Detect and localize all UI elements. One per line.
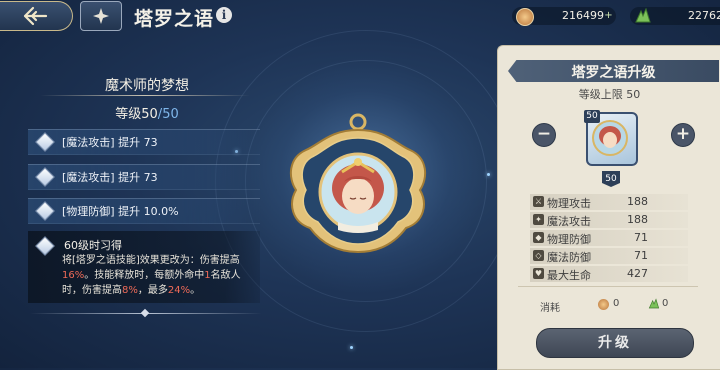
- skill-desc-part: ，最多: [137, 285, 168, 296]
- level-max: 50: [162, 107, 179, 122]
- green-amount: 22762: [688, 9, 720, 22]
- stat-value: 71: [634, 231, 648, 244]
- stat-label: 最大生命: [547, 269, 591, 282]
- level-label: 等级50: [115, 107, 158, 122]
- increase-level-button[interactable]: +: [671, 123, 695, 147]
- stat-label: 魔法攻击: [547, 215, 591, 228]
- panel-stat-row: ◆ 物理防御 71: [530, 230, 688, 246]
- gold-coin-icon: [598, 299, 609, 310]
- stat-bonus-text: [魔法攻击] 提升 73: [62, 171, 158, 184]
- cost-gold-amount: 0: [613, 298, 620, 309]
- stat-bonus-row: [物理防御] 提升 10.0%: [28, 198, 260, 224]
- stat-label: 物理攻击: [547, 197, 591, 210]
- stat-label: 物理防御: [547, 233, 591, 246]
- diamond-gem-icon: [35, 201, 55, 221]
- skill-desc-part: 。技能释放时，每额外命中: [84, 270, 205, 281]
- magic-shield-icon: ◇: [533, 250, 544, 261]
- diamond-gem-icon: [35, 167, 55, 187]
- skill-unlock-box: 60级时习得 将[塔罗之语技能]效果更改为：伤害提高 16%。技能释放时，每额外命…: [28, 231, 260, 303]
- gold-currency: 216499 +: [512, 7, 616, 26]
- decrease-level-button[interactable]: −: [532, 123, 556, 147]
- divider-ornament: [140, 308, 150, 318]
- divider: [40, 95, 250, 96]
- diamond-gem-icon: [35, 132, 55, 152]
- skill-highlight: 24%: [167, 285, 191, 296]
- green-crystal-icon: [635, 8, 651, 23]
- gold-amount: 216499: [562, 9, 604, 22]
- heart-icon: ♥: [533, 268, 544, 279]
- panel-stat-row: ◇ 魔法防御 71: [530, 248, 688, 264]
- green-crystal-icon: [648, 298, 660, 309]
- panel-stat-row: ♥ 最大生命 427: [530, 266, 688, 282]
- upgrade-panel: 塔罗之语升级 等级上限 50 − + 50 50 ⚔ 物理攻击 188 ✦ 魔法…: [497, 45, 720, 370]
- level-display: 等级50/50: [80, 103, 214, 122]
- stat-value: 188: [627, 195, 648, 208]
- stat-bonus-row: [魔法攻击] 提升 73: [28, 164, 260, 190]
- sparkle: [487, 173, 490, 176]
- stat-bonus-text: [物理防御] 提升 10.0%: [62, 205, 179, 218]
- skill-desc-part: 。: [190, 285, 201, 296]
- panel-stat-row: ✦ 魔法攻击 188: [530, 212, 688, 228]
- stat-value: 427: [627, 267, 648, 280]
- skill-heading: 60级时习得: [64, 239, 122, 252]
- info-icon[interactable]: i: [216, 7, 232, 23]
- item-level-tag: 50: [602, 171, 620, 187]
- item-subtitle: 魔术师的梦想: [105, 78, 189, 94]
- tarot-medallion-image: [289, 113, 427, 254]
- panel-stat-row: ⚔ 物理攻击 188: [530, 194, 688, 210]
- back-arrow-icon: [23, 6, 48, 26]
- skill-desc-part: 将[塔罗之语技能]效果更改为：伤害提高: [62, 255, 240, 266]
- stat-label: 魔法防御: [547, 251, 591, 264]
- grid-menu-icon: [93, 8, 109, 24]
- sparkle: [350, 346, 353, 349]
- panel-title: 塔罗之语升级: [571, 65, 656, 81]
- skill-highlight: 16%: [62, 270, 85, 281]
- stat-value: 188: [627, 213, 648, 226]
- back-button[interactable]: [0, 1, 73, 31]
- skill-highlight: 8%: [122, 285, 138, 296]
- sword-icon: ⚔: [533, 196, 544, 207]
- cost-green-amount: 0: [662, 298, 669, 309]
- wand-icon: ✦: [533, 214, 544, 225]
- level-cap: 等级上限 50: [578, 88, 641, 101]
- upgrade-button[interactable]: 升级: [536, 328, 694, 358]
- page-title: 塔罗之语: [134, 8, 215, 30]
- item-level-badge: 50: [584, 110, 600, 123]
- gold-coin-icon: [516, 8, 534, 26]
- stat-bonus-row: [魔法攻击] 提升 73: [28, 129, 260, 155]
- divider: [518, 286, 698, 287]
- menu-button[interactable]: [80, 1, 122, 31]
- green-currency: 22762: [630, 7, 720, 25]
- add-gold-icon[interactable]: +: [603, 10, 614, 21]
- cost-label: 消耗: [540, 303, 560, 314]
- shield-icon: ◆: [533, 232, 544, 243]
- skill-description: 将[塔罗之语技能]效果更改为：伤害提高16%。技能释放时，每额外命中1名敌人时，…: [62, 253, 258, 298]
- stat-value: 71: [634, 249, 648, 262]
- stat-bonus-text: [魔法攻击] 提升 73: [62, 136, 158, 149]
- diamond-gem-icon: [35, 236, 55, 256]
